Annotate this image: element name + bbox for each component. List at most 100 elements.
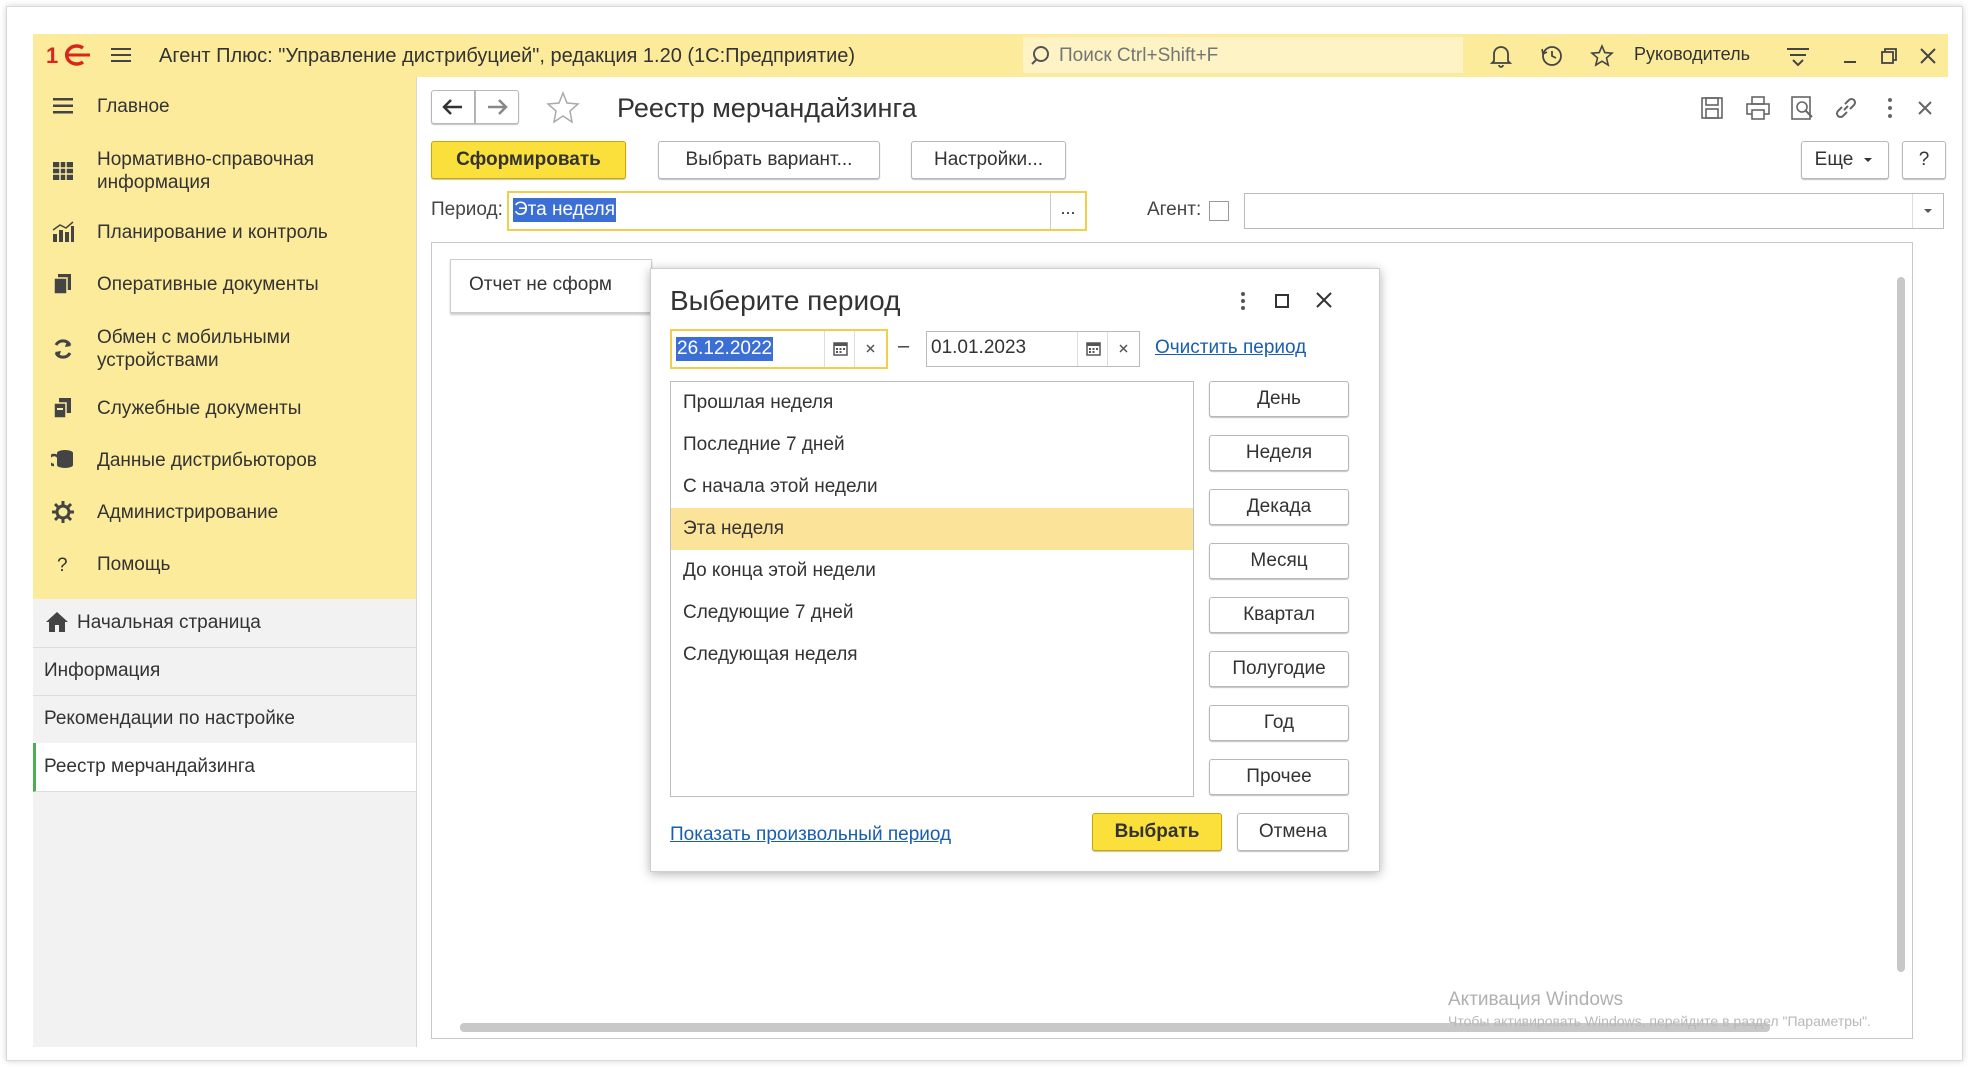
sidebar-item-label: Главное: [97, 96, 170, 117]
show-custom-period-link[interactable]: Показать произвольный период: [670, 824, 951, 846]
open-item-merch-registry[interactable]: Реестр мерчандайзинга: [33, 743, 416, 792]
forward-button[interactable]: [475, 90, 519, 124]
sidebar-item-label: Помощь: [97, 554, 171, 575]
list-item-selected[interactable]: Эта неделя: [671, 508, 1193, 550]
month-button[interactable]: Месяц: [1209, 543, 1349, 579]
more-button[interactable]: Еще: [1801, 141, 1889, 179]
period-field[interactable]: Эта неделя ...: [507, 191, 1087, 231]
period-select-button[interactable]: ...: [1050, 193, 1085, 229]
list-item[interactable]: Последние 7 дней: [671, 424, 1193, 466]
database-icon: [51, 450, 73, 468]
sidebar-item-mobile-exchange[interactable]: Обмен с мобильными устройствами: [33, 323, 416, 373]
current-user[interactable]: Руководитель: [1634, 44, 1750, 65]
bell-icon[interactable]: [1488, 43, 1514, 69]
choose-button[interactable]: Выбрать: [1092, 813, 1222, 851]
minimize-icon[interactable]: [1837, 43, 1863, 69]
list-item[interactable]: С начала этой недели: [671, 466, 1193, 508]
clear-period-link[interactable]: Очистить период: [1155, 337, 1306, 359]
open-item-home-page[interactable]: Начальная страница: [33, 599, 416, 648]
sidebar-item-main[interactable]: Главное: [33, 91, 416, 121]
main-menu-icon[interactable]: [109, 45, 133, 65]
windows-activation-watermark: Активация Windows: [1448, 989, 1624, 1010]
decade-button[interactable]: Декада: [1209, 489, 1349, 525]
agent-select[interactable]: [1244, 193, 1944, 229]
year-button[interactable]: Год: [1209, 705, 1349, 741]
dialog-more-icon[interactable]: [1233, 289, 1253, 313]
quarter-button[interactable]: Квартал: [1209, 597, 1349, 633]
vertical-scrollbar[interactable]: [1896, 257, 1906, 1009]
grid-icon: [53, 162, 73, 180]
svg-text:1: 1: [46, 43, 58, 68]
sidebar-item-label: Планирование и контроль: [97, 222, 328, 243]
favorite-star-icon[interactable]: [545, 90, 581, 126]
date-from-calendar-button[interactable]: [824, 331, 855, 367]
period-input[interactable]: Эта неделя: [513, 198, 617, 222]
sidebar-item-service-docs[interactable]: Служебные документы: [33, 393, 416, 423]
sidebar-item-label: Обмен с мобильными устройствами: [97, 327, 291, 371]
more-actions-icon[interactable]: [1877, 95, 1903, 121]
help-button[interactable]: ?: [1902, 141, 1946, 179]
period-dialog: Выберите период 26.12.2022 – 01.01.2023 …: [650, 268, 1380, 872]
open-item-setup-recommendations[interactable]: Рекомендации по настройке: [33, 695, 416, 744]
calendar-icon: [833, 342, 848, 356]
preview-icon[interactable]: [1789, 95, 1815, 121]
day-button[interactable]: День: [1209, 381, 1349, 417]
sidebar-item-administration[interactable]: Администрирование: [33, 497, 416, 527]
restore-icon[interactable]: [1876, 43, 1902, 69]
date-to-input[interactable]: 01.01.2023: [931, 337, 1026, 359]
list-item[interactable]: Следующие 7 дней: [671, 592, 1193, 634]
open-item-information[interactable]: Информация: [33, 647, 416, 696]
calendar-icon: [1086, 342, 1101, 356]
print-icon[interactable]: [1745, 95, 1771, 121]
arrow-left-icon: [442, 99, 462, 115]
cancel-button[interactable]: Отмена: [1237, 813, 1349, 851]
list-item[interactable]: Следующая неделя: [671, 634, 1193, 676]
search-box[interactable]: [1023, 37, 1463, 73]
dialog-close-icon[interactable]: [1313, 289, 1335, 311]
agent-checkbox[interactable]: [1209, 201, 1229, 221]
date-to-clear-button[interactable]: [1107, 332, 1140, 366]
sidebar-item-reference-info[interactable]: Нормативно-справочная информация: [33, 145, 416, 195]
link-icon[interactable]: [1833, 95, 1859, 121]
date-to-calendar-button[interactable]: [1077, 332, 1108, 366]
service-docs-icon: [53, 398, 71, 419]
save-icon[interactable]: [1699, 95, 1725, 121]
history-icon[interactable]: [1539, 43, 1565, 69]
sidebar-item-help[interactable]: ? Помощь: [33, 549, 416, 579]
user-menu-icon[interactable]: [1785, 43, 1811, 69]
date-from-clear-button[interactable]: [854, 331, 887, 367]
preset-label: Прошлая неделя: [683, 392, 834, 413]
week-button[interactable]: Неделя: [1209, 435, 1349, 471]
sidebar-item-planning[interactable]: Планирование и контроль: [33, 217, 416, 247]
date-from-input[interactable]: 26.12.2022: [676, 337, 774, 361]
search-icon: [1031, 46, 1049, 65]
half-year-button[interactable]: Полугодие: [1209, 651, 1349, 687]
clear-icon: [1119, 344, 1128, 353]
sidebar: Главное Нормативно-справочная информация…: [33, 77, 417, 1047]
search-input[interactable]: [1057, 41, 1451, 71]
documents-icon: [53, 274, 71, 295]
select-variant-button[interactable]: Выбрать вариант...: [658, 141, 880, 179]
open-item-label: Рекомендации по настройке: [44, 708, 295, 729]
sidebar-item-operational-docs[interactable]: Оперативные документы: [33, 269, 416, 299]
generate-button[interactable]: Сформировать: [431, 141, 626, 179]
vertical-scroll-thumb[interactable]: [1897, 277, 1905, 972]
close-form-icon[interactable]: [1914, 97, 1936, 119]
date-from-field[interactable]: 26.12.2022: [670, 329, 888, 369]
date-to-field[interactable]: 01.01.2023: [926, 331, 1140, 367]
arrow-right-icon: [488, 99, 508, 115]
agent-dropdown-button[interactable]: [1912, 194, 1943, 228]
close-window-icon[interactable]: [1915, 43, 1941, 69]
list-item[interactable]: До конца этой недели: [671, 550, 1193, 592]
gear-icon: [52, 501, 74, 523]
settings-button[interactable]: Настройки...: [911, 141, 1066, 179]
sidebar-item-distributor-data[interactable]: Данные дистрибьюторов: [33, 445, 416, 475]
dropdown-arrow-icon: [1864, 158, 1873, 162]
windows-activation-hint: Чтобы активировать Windows, перейдите в …: [1448, 1013, 1871, 1029]
back-button[interactable]: [431, 90, 475, 124]
other-button[interactable]: Прочее: [1209, 759, 1349, 795]
list-item[interactable]: Прошлая неделя: [671, 382, 1193, 424]
dialog-maximize-icon[interactable]: [1272, 291, 1292, 311]
sidebar-item-label: Данные дистрибьюторов: [97, 450, 317, 471]
favorites-star-icon[interactable]: [1589, 43, 1615, 69]
